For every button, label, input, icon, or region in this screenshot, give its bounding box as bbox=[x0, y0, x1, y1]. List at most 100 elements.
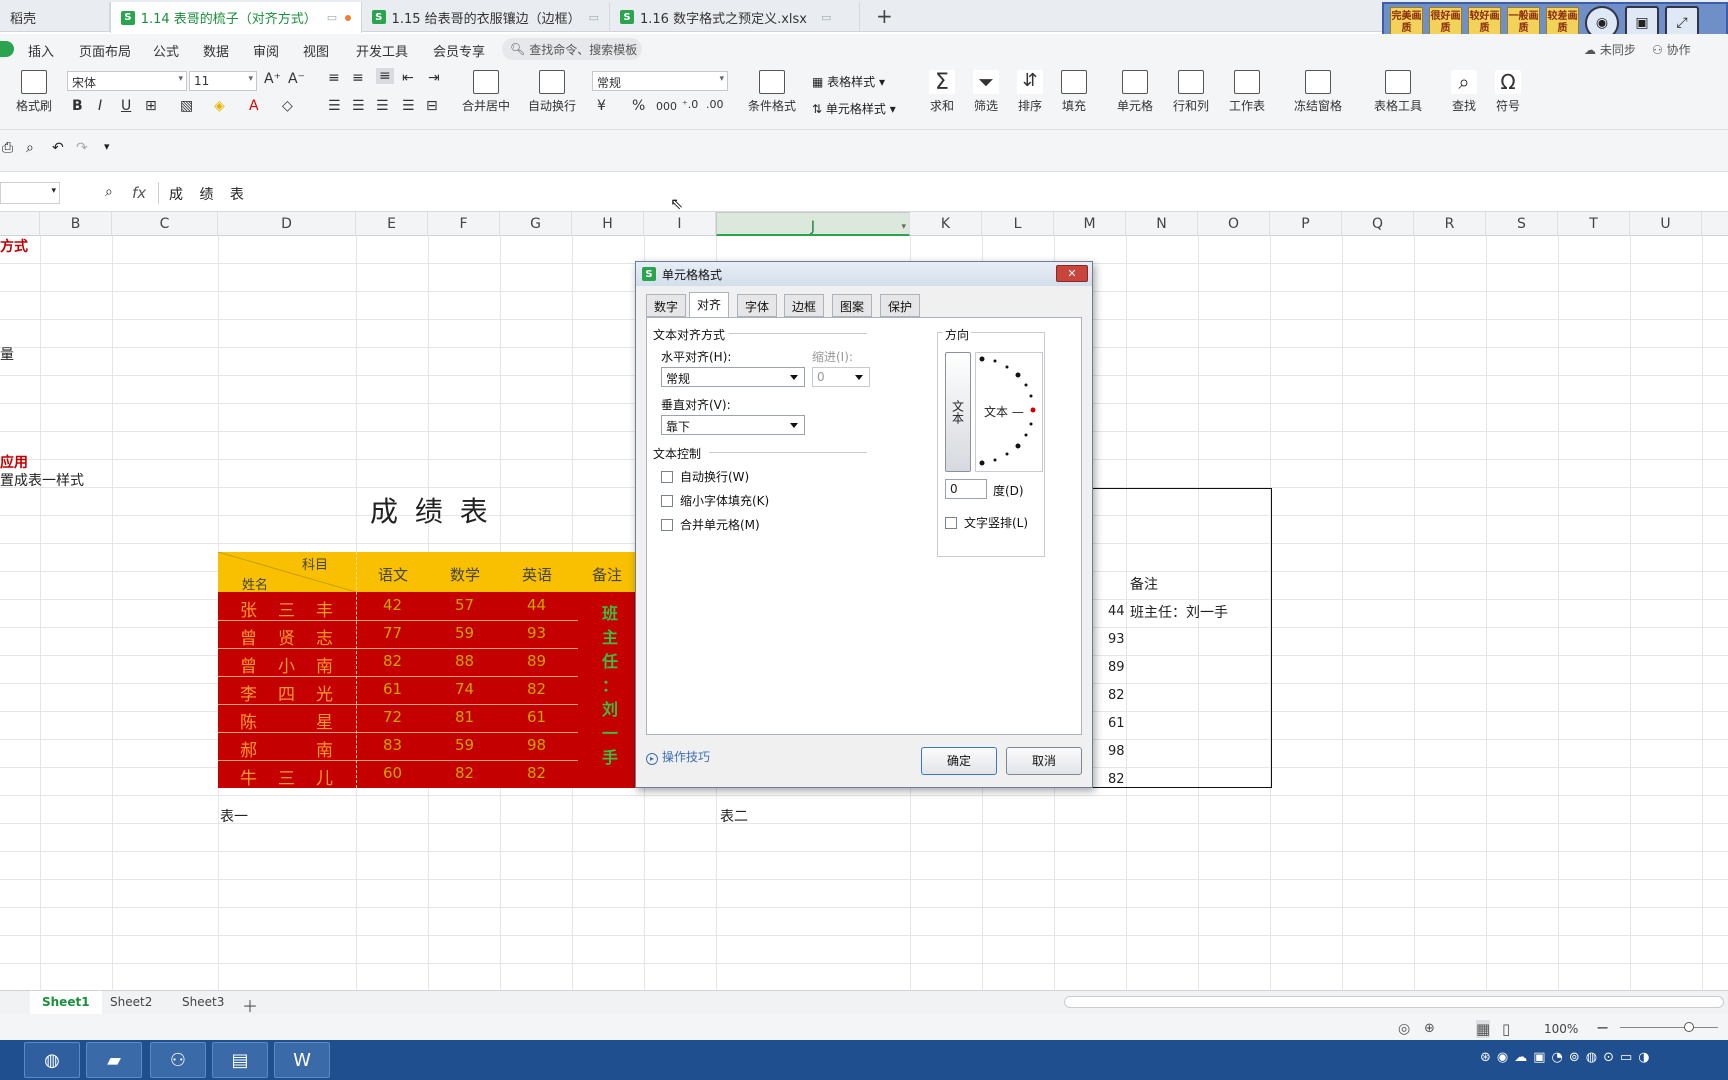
taskbar-browser-icon[interactable]: ◍ bbox=[24, 1042, 80, 1078]
decrease-decimal-icon[interactable]: .00 bbox=[706, 98, 724, 111]
bold-icon[interactable]: B bbox=[72, 98, 83, 114]
dialog-titlebar[interactable]: S 单元格格式 bbox=[636, 262, 1092, 286]
sheet-tab-2[interactable]: Sheet2 bbox=[98, 991, 164, 1015]
zoom-out-icon[interactable]: − bbox=[1596, 1018, 1609, 1037]
font-size-select[interactable]: 11 bbox=[189, 71, 257, 91]
menu-member[interactable]: 会员专享 bbox=[433, 41, 485, 60]
freeze-button[interactable]: 冻结窗格 bbox=[1288, 70, 1348, 114]
degree-spinner[interactable]: 0 bbox=[945, 479, 987, 499]
find-button[interactable]: ⌕ 查找 bbox=[1446, 70, 1482, 114]
font-name-select[interactable]: 宋体 bbox=[67, 71, 187, 91]
h-align-select[interactable]: 常规 bbox=[661, 367, 805, 387]
table-tools-button[interactable]: 表格工具 bbox=[1368, 70, 1428, 114]
menu-developer[interactable]: 开发工具 bbox=[356, 41, 408, 60]
close-button[interactable]: ✕ bbox=[1056, 265, 1088, 282]
tips-link[interactable]: ▸ 操作技巧 bbox=[646, 748, 710, 765]
align-right-icon[interactable]: ☰ bbox=[376, 98, 389, 114]
tab-doc-1-14[interactable]: S 1.14 表哥的梳子（对齐方式） ▭ bbox=[110, 2, 362, 33]
format-brush-button[interactable]: 格式刷 bbox=[14, 70, 54, 114]
column-header[interactable]: B bbox=[40, 212, 112, 236]
tab-font[interactable]: 字体 bbox=[737, 294, 778, 317]
column-header[interactable]: R bbox=[1414, 212, 1486, 236]
decrease-font-icon[interactable]: A⁻ bbox=[288, 71, 305, 87]
v-align-select[interactable]: 靠下 bbox=[661, 415, 805, 435]
fx-icon[interactable]: fx bbox=[132, 184, 146, 202]
distribute-icon[interactable]: ⊟ bbox=[426, 98, 438, 114]
column-header[interactable]: D bbox=[218, 212, 356, 236]
screen-icon[interactable]: ▭ bbox=[327, 11, 337, 24]
filter-button[interactable]: ⏷ 筛选 bbox=[966, 70, 1006, 114]
column-header[interactable]: I bbox=[644, 212, 716, 236]
page-view-icon[interactable]: ▯ bbox=[1502, 1020, 1510, 1038]
sort-button[interactable]: ⇵ 排序 bbox=[1010, 70, 1050, 114]
cell-shading-icon[interactable]: ▧ bbox=[180, 98, 193, 114]
indent-decrease-icon[interactable]: ⇤ bbox=[402, 70, 414, 86]
tab-alignment[interactable]: 对齐 bbox=[689, 292, 730, 318]
merge-center-button[interactable]: 合并居中 bbox=[456, 70, 516, 114]
clear-icon[interactable]: ◇ bbox=[282, 98, 293, 114]
shrink-fit-checkbox[interactable]: 缩小字体填充(K) bbox=[661, 492, 769, 509]
column-header[interactable]: N bbox=[1126, 212, 1198, 236]
collab-button[interactable]: ⚇ 协作 bbox=[1652, 41, 1691, 58]
column-header-selected[interactable]: J bbox=[716, 212, 910, 239]
print-preview-icon[interactable]: ⌕ bbox=[26, 140, 34, 156]
percent-icon[interactable]: % bbox=[632, 98, 645, 114]
tab-doc-1-15[interactable]: S 1.15 给表哥的衣服镶边（边框） ▭ bbox=[362, 2, 610, 32]
print-icon[interactable]: ⎙ bbox=[2, 140, 13, 156]
eye-icon[interactable]: ◎ bbox=[1398, 1021, 1410, 1037]
align-center-icon[interactable]: ☰ bbox=[352, 98, 365, 114]
tab-pattern[interactable]: 图案 bbox=[832, 294, 873, 317]
normal-view-icon[interactable]: ▦ bbox=[1476, 1020, 1491, 1038]
worksheet-button[interactable]: 工作表 bbox=[1222, 70, 1272, 114]
menu-view[interactable]: 视图 bbox=[303, 41, 329, 60]
app-menu-icon[interactable] bbox=[0, 41, 14, 57]
column-header[interactable]: G bbox=[500, 212, 572, 236]
italic-icon[interactable]: I bbox=[98, 98, 102, 114]
tab-number[interactable]: 数字 bbox=[646, 294, 687, 317]
menu-page-layout[interactable]: 页面布局 bbox=[79, 41, 131, 60]
column-header[interactable]: H bbox=[572, 212, 644, 236]
align-middle-icon[interactable]: ≡ bbox=[352, 70, 364, 86]
redo-icon[interactable]: ↷ bbox=[76, 140, 88, 156]
align-bottom-icon[interactable]: ≡ bbox=[376, 68, 394, 84]
input-method-icon[interactable]: ⊕ bbox=[1424, 1021, 1435, 1036]
cancel-button[interactable]: 取消 bbox=[1006, 747, 1082, 775]
cond-format-button[interactable]: 条件格式 bbox=[744, 70, 800, 114]
column-header[interactable]: S bbox=[1486, 212, 1558, 236]
indent-increase-icon[interactable]: ⇥ bbox=[428, 70, 440, 86]
orientation-dial[interactable]: 文本 — bbox=[975, 352, 1043, 472]
number-format-select[interactable]: 常规 bbox=[592, 71, 728, 91]
column-header[interactable]: E bbox=[356, 212, 428, 236]
tab-protection[interactable]: 保护 bbox=[880, 294, 921, 317]
increase-decimal-icon[interactable]: ⁺.0 bbox=[682, 98, 698, 111]
column-header[interactable]: Q bbox=[1342, 212, 1414, 236]
column-header[interactable]: U bbox=[1630, 212, 1702, 236]
menu-review[interactable]: 审阅 bbox=[253, 41, 279, 60]
menu-data[interactable]: 数据 bbox=[203, 41, 229, 60]
taskbar-folder-icon[interactable]: ▤ bbox=[212, 1042, 268, 1078]
tab-border[interactable]: 边框 bbox=[784, 294, 825, 317]
sheet-tab-3[interactable]: Sheet3 bbox=[170, 991, 236, 1015]
justify-icon[interactable]: ☰ bbox=[402, 98, 415, 114]
tab-daoke[interactable]: 稻壳 bbox=[0, 2, 110, 32]
column-header[interactable]: C bbox=[112, 212, 218, 236]
underline-icon[interactable]: U bbox=[121, 98, 131, 114]
taskbar-wps-icon[interactable]: W bbox=[274, 1042, 330, 1078]
screen-icon[interactable]: ▭ bbox=[821, 11, 831, 24]
horizontal-scrollbar[interactable] bbox=[1064, 996, 1724, 1008]
row-col-button[interactable]: 行和列 bbox=[1166, 70, 1216, 114]
screen-icon[interactable]: ▭ bbox=[589, 11, 599, 24]
increase-font-icon[interactable]: A⁺ bbox=[264, 71, 281, 87]
zoom-slider[interactable] bbox=[1620, 1027, 1718, 1028]
auto-wrap-checkbox[interactable]: 自动换行(W) bbox=[661, 468, 749, 485]
thousands-icon[interactable]: 000 bbox=[656, 100, 677, 113]
fill-button[interactable]: 填充 bbox=[1054, 70, 1094, 114]
vertical-layout-checkbox[interactable]: 文字竖排(L) bbox=[945, 514, 1028, 531]
sheet-tab-1[interactable]: Sheet1 bbox=[30, 991, 102, 1015]
merge-cells-checkbox[interactable]: 合并单元格(M) bbox=[661, 516, 760, 533]
currency-icon[interactable]: ¥ bbox=[597, 98, 606, 114]
border-icon[interactable]: ⊞ bbox=[145, 98, 157, 114]
align-left-icon[interactable]: ☰ bbox=[328, 98, 341, 114]
zoom-level[interactable]: 100% bbox=[1544, 1022, 1578, 1036]
taskbar-app-icon[interactable]: ▰ bbox=[86, 1042, 142, 1078]
